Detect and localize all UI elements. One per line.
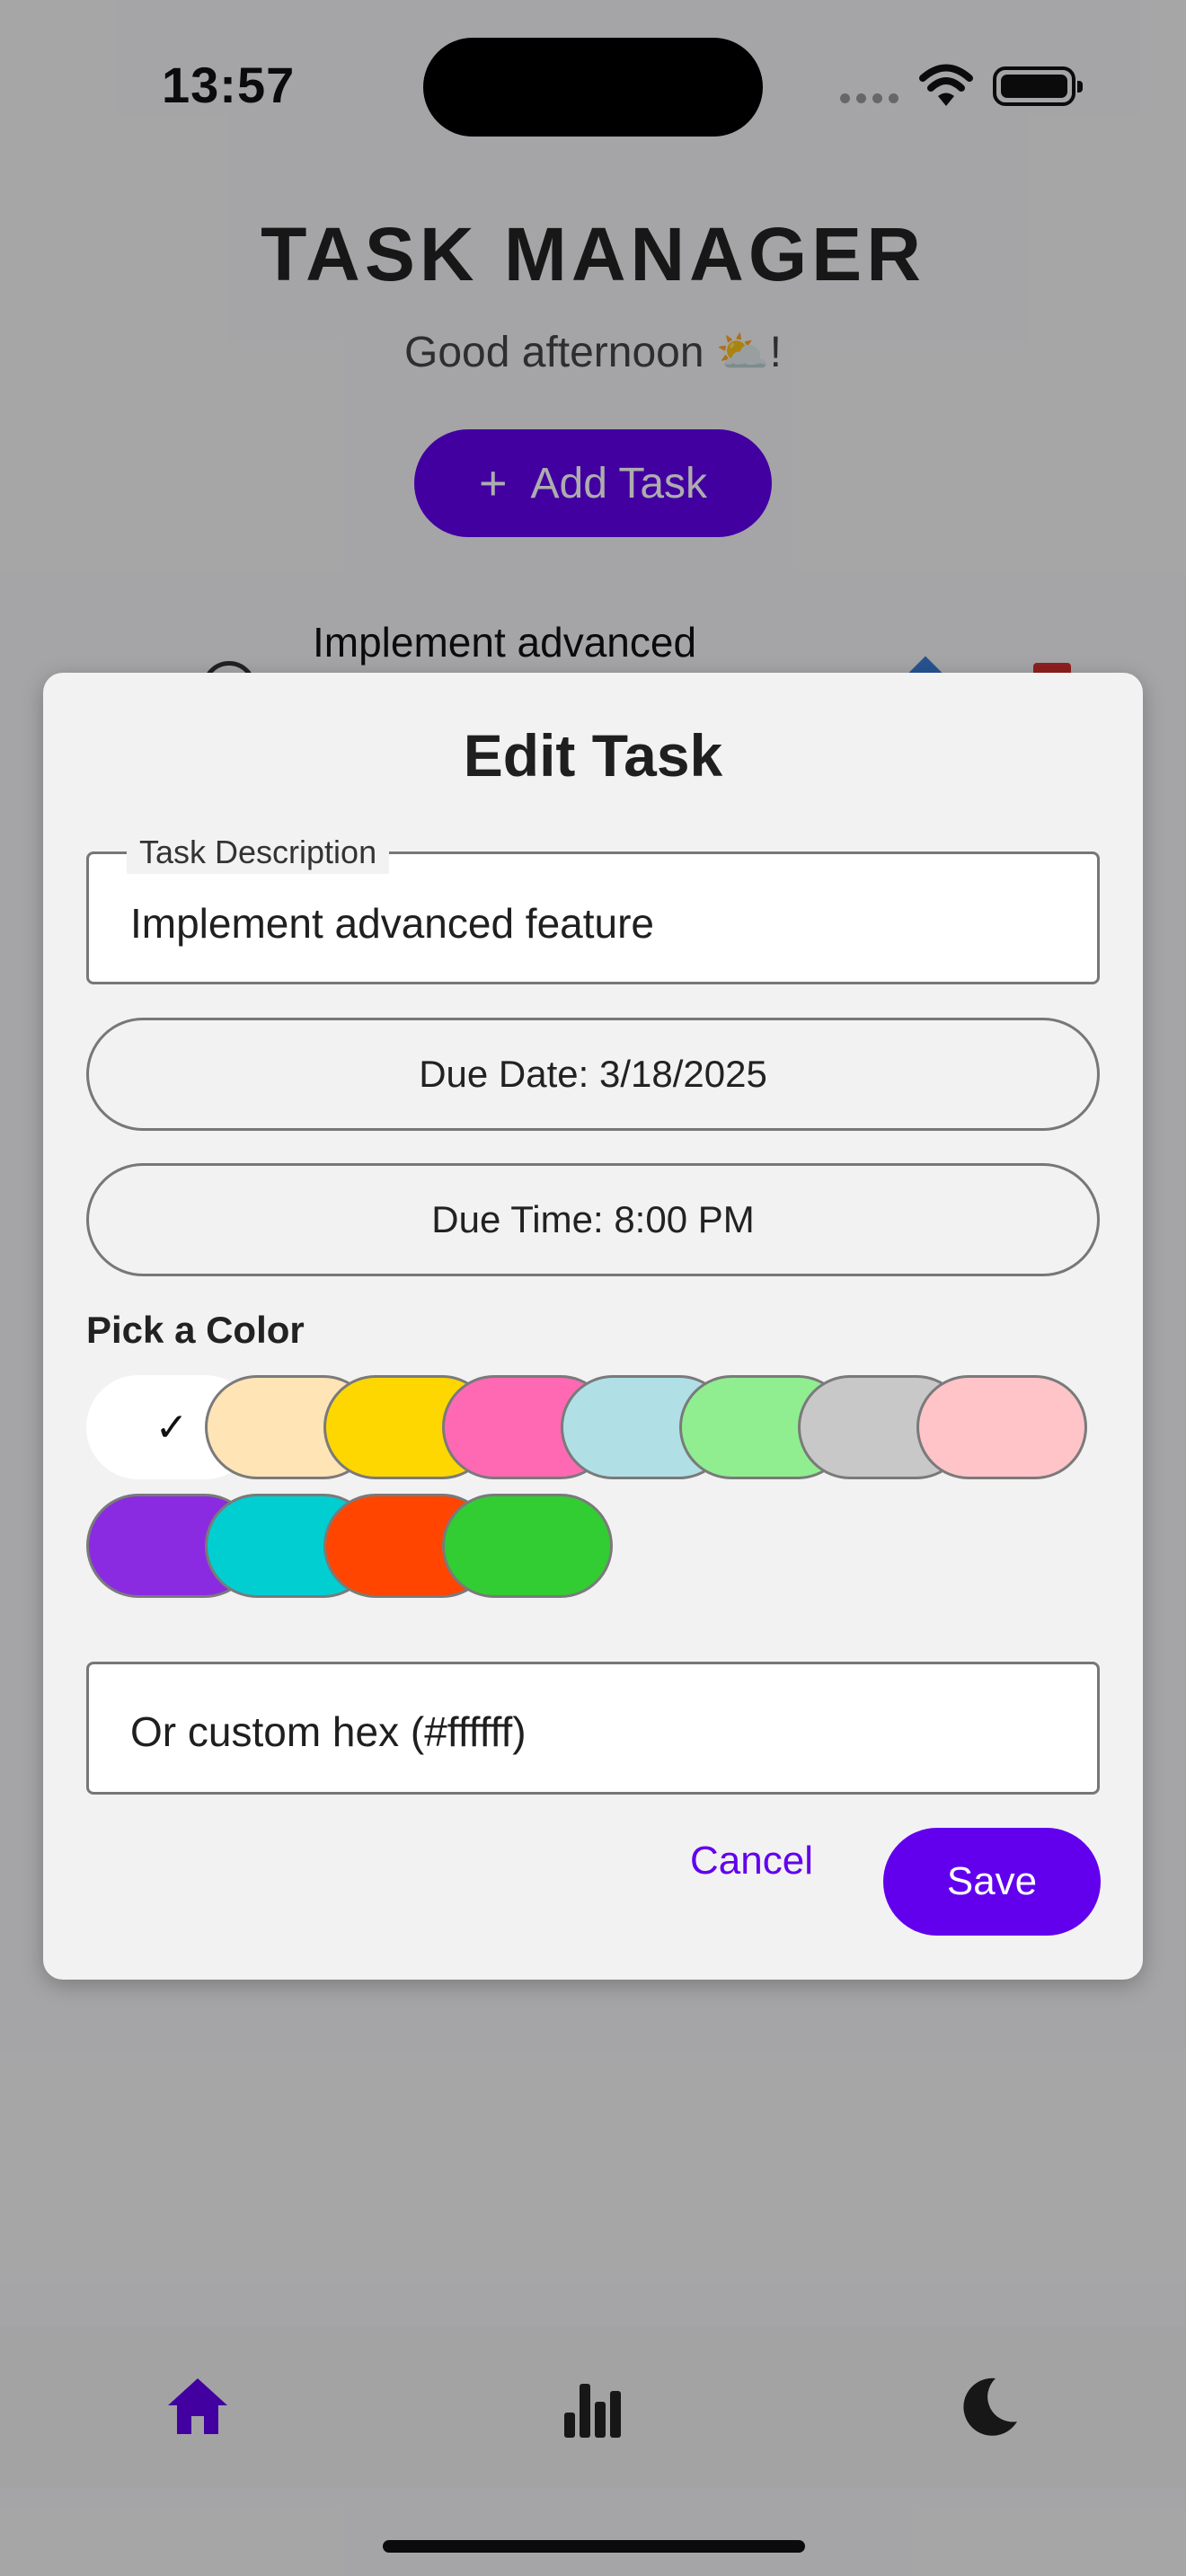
due-time-button[interactable]: Due Time: 8:00 PM: [86, 1163, 1100, 1276]
cancel-button[interactable]: Cancel: [690, 1825, 813, 1897]
due-date-button[interactable]: Due Date: 3/18/2025: [86, 1018, 1100, 1131]
task-description-label: Task Description: [127, 831, 390, 874]
dialog-title: Edit Task: [463, 722, 723, 789]
custom-hex-field[interactable]: [86, 1662, 1100, 1795]
save-button[interactable]: Save: [883, 1828, 1101, 1936]
custom-hex-input[interactable]: [130, 1707, 1047, 1756]
pick-color-label: Pick a Color: [86, 1309, 305, 1351]
color-swatch-pink[interactable]: [916, 1375, 1087, 1479]
edit-task-dialog: Edit Task Task Description Due Date: 3/1…: [43, 673, 1143, 1980]
task-description-field[interactable]: Task Description: [86, 831, 1100, 984]
color-swatch-lime-green[interactable]: [442, 1494, 613, 1598]
task-description-input[interactable]: [130, 899, 1047, 948]
check-icon: ✓: [155, 1405, 189, 1450]
